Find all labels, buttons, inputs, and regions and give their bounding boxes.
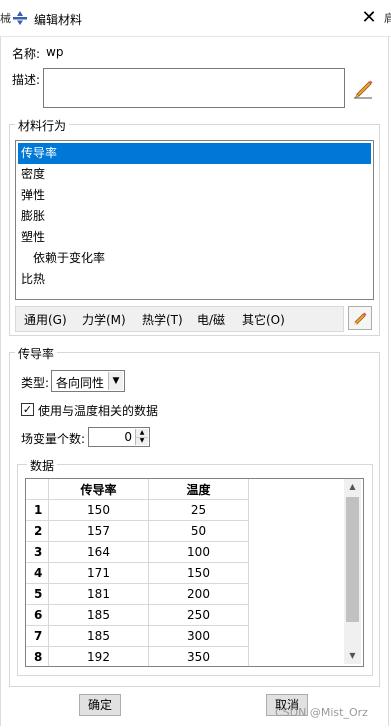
name-label: 名称: — [12, 47, 41, 61]
scroll-down-icon[interactable]: ▼ — [344, 648, 361, 664]
spin-buttons: ▲ ▼ — [135, 429, 148, 445]
data-group-title: 数据 — [27, 457, 58, 474]
row-index: 4 — [26, 562, 49, 584]
cell-conductivity[interactable]: 171 — [48, 562, 149, 584]
app-icon — [13, 11, 27, 25]
eraser-icon — [354, 312, 367, 325]
cell-temperature[interactable]: 100 — [148, 541, 249, 563]
window-title: 编辑材料 — [34, 13, 83, 27]
table-row[interactable]: 4 171 150 — [26, 562, 249, 584]
type-select-value: 各向同性 — [56, 376, 105, 390]
cell-temperature[interactable]: 300 — [148, 625, 249, 647]
watermark: CSDN @Mist_Orz — [275, 706, 368, 719]
cell-conductivity[interactable]: 164 — [48, 541, 149, 563]
scrollbar-thumb[interactable] — [346, 497, 359, 622]
table-row[interactable]: 8 192 350 — [26, 646, 249, 666]
description-input[interactable] — [43, 68, 345, 108]
table-row[interactable]: 5 181 200 — [26, 583, 249, 605]
temp-dependent-checkbox[interactable]: ✓ — [21, 403, 34, 416]
corner-header — [26, 479, 49, 500]
table-row[interactable]: 3 164 100 — [26, 541, 249, 563]
field-vars-value: 0 — [124, 430, 132, 444]
row-index: 1 — [26, 499, 49, 521]
pencil-icon[interactable] — [352, 77, 374, 99]
delete-behavior-button[interactable] — [348, 306, 372, 330]
behavior-group-title: 材料行为 — [15, 117, 70, 134]
row-index: 3 — [26, 541, 49, 563]
table-row[interactable]: 2 157 50 — [26, 520, 249, 542]
cell-temperature[interactable]: 250 — [148, 604, 249, 626]
cell-conductivity[interactable]: 185 — [48, 604, 149, 626]
list-item-rate-dependent[interactable]: 依赖于变化率 — [18, 248, 371, 269]
close-button[interactable]: ✕ — [357, 6, 381, 30]
row-index: 2 — [26, 520, 49, 542]
description-label: 描述: — [12, 73, 41, 87]
menu-other[interactable]: 其它(O) — [242, 311, 285, 328]
column-header-temperature[interactable]: 温度 — [148, 479, 249, 500]
row-index: 5 — [26, 583, 49, 605]
spin-down-icon[interactable]: ▼ — [136, 437, 148, 445]
temp-dependent-label: 使用与温度相关的数据 — [38, 404, 159, 418]
cell-conductivity[interactable]: 150 — [48, 499, 149, 521]
behavior-menubar: 通用(G) 力学(M) 热学(T) 电/磁 其它(O) — [15, 306, 344, 332]
name-value: wp — [46, 45, 64, 59]
cell-conductivity[interactable]: 192 — [48, 646, 149, 666]
conductivity-group-title: 传导率 — [15, 345, 58, 362]
cell-conductivity[interactable]: 185 — [48, 625, 149, 647]
cell-temperature[interactable]: 50 — [148, 520, 249, 542]
table-scrollbar[interactable]: ▲ ▼ — [344, 479, 361, 664]
list-item-elastic[interactable]: 弹性 — [18, 185, 371, 206]
behavior-list[interactable]: 传导率 密度 弹性 膨胀 塑性 依赖于变化率 比热 — [15, 140, 374, 300]
list-item-density[interactable]: 密度 — [18, 164, 371, 185]
data-table[interactable]: 传导率 温度 1 150 25 2 157 50 3 164 100 4 171 150 5 18… — [25, 478, 364, 667]
field-vars-spinbox[interactable]: 0 ▲ ▼ — [88, 427, 150, 447]
cell-temperature[interactable]: 150 — [148, 562, 249, 584]
cell-temperature[interactable]: 350 — [148, 646, 249, 666]
background-window-edge: 械 — [0, 12, 11, 25]
table-row[interactable]: 1 150 25 — [26, 499, 249, 521]
ok-button[interactable]: 确定 — [79, 694, 121, 716]
scroll-up-icon[interactable]: ▲ — [344, 479, 361, 495]
cell-temperature[interactable]: 25 — [148, 499, 249, 521]
row-index: 6 — [26, 604, 49, 626]
field-vars-label: 场变量个数: — [21, 432, 86, 446]
type-select[interactable]: 各向同性 ▼ — [51, 370, 125, 392]
table-row[interactable]: 6 185 250 — [26, 604, 249, 626]
menu-mechanical[interactable]: 力学(M) — [82, 311, 126, 328]
row-index: 7 — [26, 625, 49, 647]
cell-conductivity[interactable]: 181 — [48, 583, 149, 605]
chevron-down-icon: ▼ — [108, 372, 123, 390]
table-row[interactable]: 7 185 300 — [26, 625, 249, 647]
list-item-specific-heat[interactable]: 比热 — [18, 269, 371, 290]
list-item-conductivity[interactable]: 传导率 — [18, 143, 371, 164]
menu-general[interactable]: 通用(G) — [24, 311, 67, 328]
cell-conductivity[interactable]: 157 — [48, 520, 149, 542]
menu-thermal[interactable]: 热学(T) — [142, 311, 183, 328]
cell-temperature[interactable]: 200 — [148, 583, 249, 605]
menu-electromagnetic[interactable]: 电/磁 — [197, 311, 225, 328]
background-window-edge-right: 肩 — [384, 12, 391, 25]
row-index: 8 — [26, 646, 49, 666]
list-item-expansion[interactable]: 膨胀 — [18, 206, 371, 227]
type-label: 类型: — [21, 376, 50, 390]
column-header-conductivity[interactable]: 传导率 — [48, 479, 149, 500]
list-item-plastic[interactable]: 塑性 — [18, 227, 371, 248]
